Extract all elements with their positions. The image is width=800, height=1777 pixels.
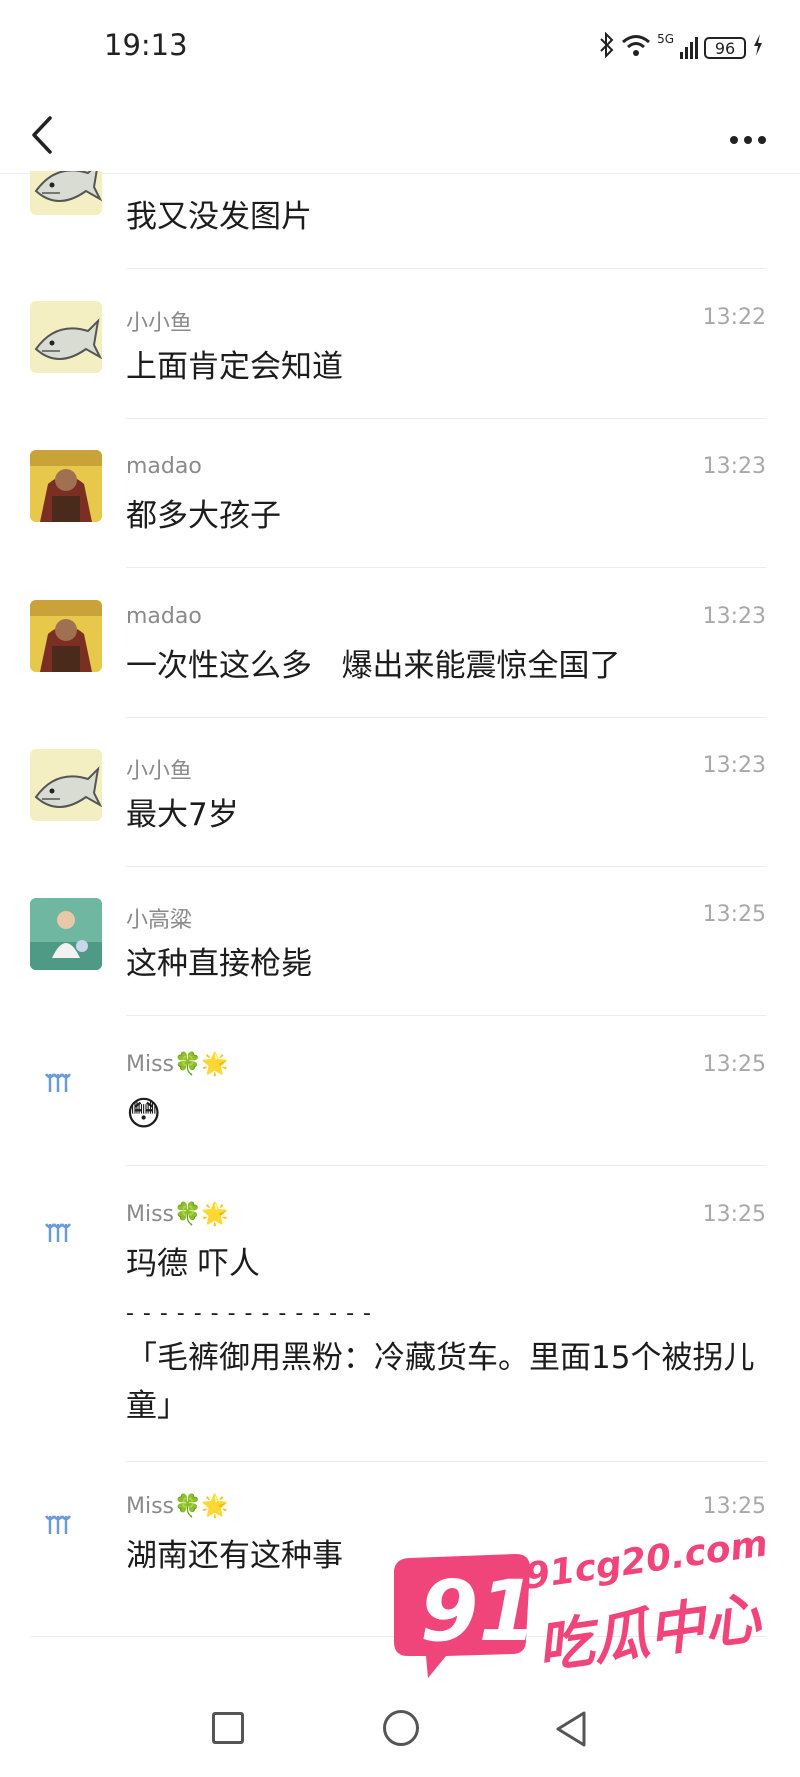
divider	[126, 866, 766, 867]
more-button[interactable]	[718, 110, 778, 160]
recent-apps-button[interactable]	[212, 1712, 244, 1744]
triangle-back-icon	[556, 1711, 586, 1747]
sender-name: Miss🍀🌟	[126, 1494, 229, 1519]
message-text: 我又没发图片	[126, 199, 312, 235]
back-nav-button[interactable]	[552, 1709, 592, 1753]
message-time: 13:25	[702, 1052, 766, 1077]
message-time: 13:23	[702, 604, 766, 629]
home-button[interactable]	[383, 1710, 419, 1746]
chevron-left-icon	[32, 116, 52, 154]
sender-name: 小小鱼	[126, 311, 193, 336]
fish-avatar-icon	[30, 301, 102, 373]
message-text: 这种直接枪毙	[126, 946, 312, 982]
message-text: 😳	[126, 1094, 162, 1134]
sender-name: Miss🍀🌟	[126, 1202, 229, 1227]
message-text: 上面肯定会知道	[126, 349, 343, 385]
glasses-avatar-icon	[30, 1198, 102, 1270]
madao-avatar-icon	[30, 600, 102, 672]
status-time: 19:13	[104, 28, 188, 62]
svg-text:91: 91	[420, 1562, 537, 1660]
divider	[126, 1461, 766, 1462]
message-time: 13:25	[702, 902, 766, 927]
message-time: 13:25	[702, 1494, 766, 1519]
sender-name: 小高粱	[126, 908, 193, 933]
more-dots-icon	[730, 136, 766, 144]
divider	[126, 1015, 766, 1016]
avatar-fish[interactable]	[30, 301, 102, 373]
watermark-logo: 91 91cg20.com 吃瓜中心	[376, 1523, 776, 1681]
chat-header	[0, 96, 800, 174]
divider	[126, 717, 766, 718]
sender-name: Miss🍀🌟	[126, 1052, 229, 1077]
message-time: 13:23	[702, 753, 766, 778]
avatar-photo[interactable]	[30, 898, 102, 970]
avatar-glasses[interactable]	[30, 1198, 102, 1270]
signal-icon	[680, 37, 698, 59]
sender-name: madao	[126, 454, 202, 479]
battery-level: 96	[714, 38, 736, 58]
back-button[interactable]	[20, 110, 70, 160]
avatar-fish[interactable]	[30, 171, 102, 215]
avatar-fish[interactable]	[30, 749, 102, 821]
message-text: 玛德 吓人	[126, 1246, 260, 1282]
divider	[126, 418, 766, 419]
network-type: 5G	[657, 32, 674, 46]
message-text: 都多大孩子	[126, 498, 281, 534]
battery-icon: 96	[704, 37, 746, 59]
message-text: 一次性这么多 爆出来能震惊全国了	[126, 648, 621, 684]
charging-icon	[752, 33, 764, 63]
status-bar: 19:13 5G 96	[0, 0, 800, 96]
avatar-madao[interactable]	[30, 450, 102, 522]
status-icons: 5G 96	[599, 31, 764, 64]
message-text: 最大7岁	[126, 797, 239, 833]
divider	[126, 268, 766, 269]
photo-avatar-icon	[30, 898, 102, 970]
madao-avatar-icon	[30, 450, 102, 522]
fish-avatar-icon	[30, 171, 102, 215]
glasses-avatar-icon	[30, 1490, 102, 1562]
system-nav-bar	[0, 1682, 800, 1777]
divider	[126, 1165, 766, 1166]
avatar-glasses[interactable]	[30, 1048, 102, 1120]
sender-name: 小小鱼	[126, 759, 193, 784]
avatar-madao[interactable]	[30, 600, 102, 672]
message-time: 13:22	[702, 305, 766, 330]
quoted-message[interactable]: 「毛裤御用黑粉：冷藏货车。里面15个被拐儿童」	[126, 1334, 762, 1430]
bluetooth-icon	[599, 31, 615, 64]
divider	[126, 567, 766, 568]
quote-separator: - - - - - - - - - - - - - - -	[126, 1301, 372, 1326]
message-time: 13:25	[702, 1202, 766, 1227]
glasses-avatar-icon	[30, 1048, 102, 1120]
avatar-glasses[interactable]	[30, 1490, 102, 1562]
sender-name: madao	[126, 604, 202, 629]
fish-avatar-icon	[30, 749, 102, 821]
wifi-icon	[621, 33, 651, 63]
message-time: 13:23	[702, 454, 766, 479]
